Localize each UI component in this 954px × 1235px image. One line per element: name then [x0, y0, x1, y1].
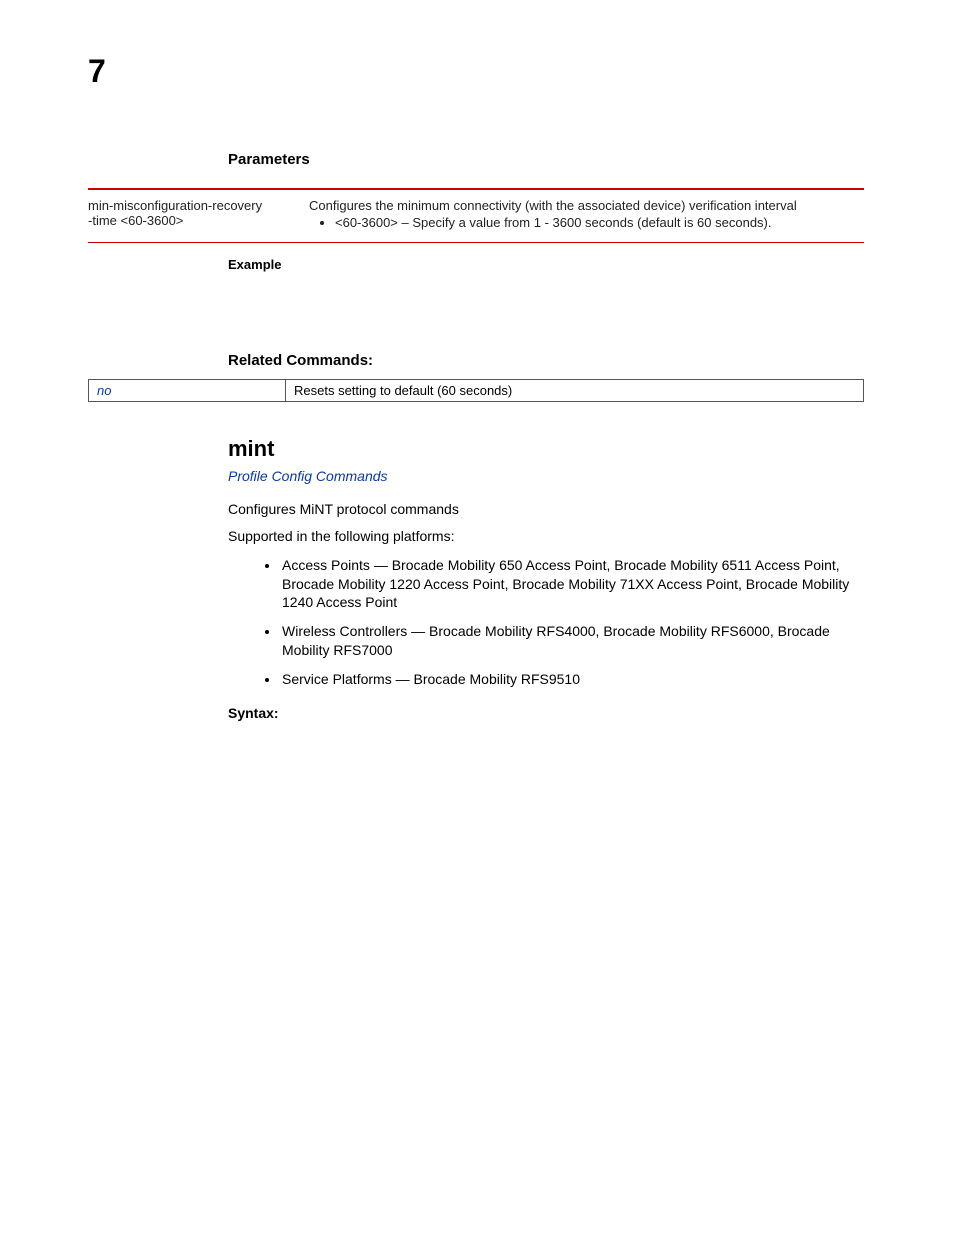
- param-desc-intro: Configures the minimum connectivity (wit…: [309, 198, 858, 213]
- param-name-line2: -time <60-3600>: [88, 213, 303, 228]
- parameters-table: min-misconfiguration-recovery -time <60-…: [88, 188, 864, 243]
- param-desc-cell: Configures the minimum connectivity (wit…: [309, 189, 864, 242]
- list-item: Access Points — Brocade Mobility 650 Acc…: [280, 556, 864, 613]
- chapter-number: 7: [88, 55, 864, 91]
- related-commands-heading: Related Commands:: [228, 352, 864, 369]
- related-cmd-link[interactable]: no: [97, 383, 111, 398]
- list-item: Wireless Controllers — Brocade Mobility …: [280, 622, 864, 660]
- parameters-heading: Parameters: [228, 151, 864, 168]
- param-name-line1: min-misconfiguration-recovery: [88, 198, 303, 213]
- section-title: mint: [228, 436, 864, 462]
- related-cmd-cell: no: [89, 379, 286, 401]
- param-desc-bullet: <60-3600> – Specify a value from 1 - 360…: [335, 215, 858, 232]
- supported-intro: Supported in the following platforms:: [228, 527, 864, 546]
- list-item: Service Platforms — Brocade Mobility RFS…: [280, 670, 864, 689]
- related-desc-cell: Resets setting to default (60 seconds): [286, 379, 864, 401]
- section-description: Configures MiNT protocol commands: [228, 500, 864, 519]
- profile-config-link[interactable]: Profile Config Commands: [228, 468, 388, 484]
- syntax-heading: Syntax:: [228, 705, 864, 721]
- related-commands-table: no Resets setting to default (60 seconds…: [88, 379, 864, 402]
- table-row: no Resets setting to default (60 seconds…: [89, 379, 864, 401]
- example-heading: Example: [228, 257, 864, 272]
- param-name-cell: min-misconfiguration-recovery -time <60-…: [88, 189, 309, 242]
- platform-list: Access Points — Brocade Mobility 650 Acc…: [280, 556, 864, 689]
